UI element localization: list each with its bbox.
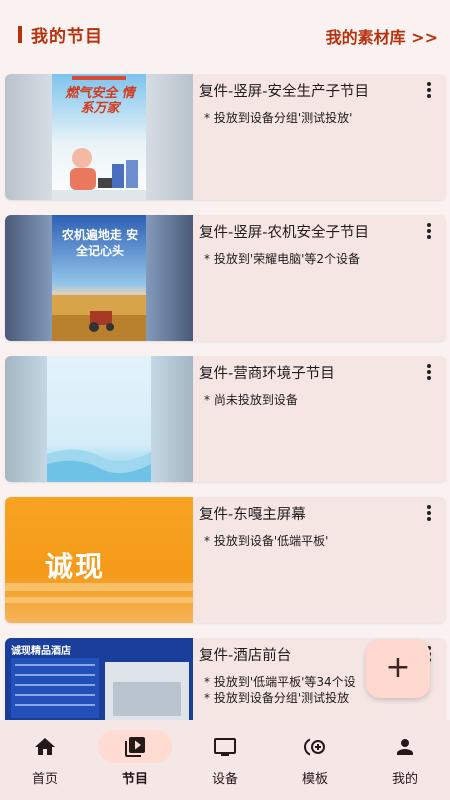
program-thumbnail <box>5 356 193 482</box>
title-accent-bar <box>18 26 22 43</box>
add-circle-stack-icon <box>304 738 325 756</box>
program-title: 复件-竖屏-安全生产子节目 <box>199 84 369 100</box>
plus-icon: + <box>385 650 411 685</box>
program-title: 复件-营商环境子节目 <box>199 366 335 382</box>
nav-label: 设备 <box>211 772 238 787</box>
program-status-secondary: * 投放到设备分组'测试投放 <box>204 691 350 705</box>
poster-slogan: 农机遍地走 安全记心头 <box>61 228 139 258</box>
video-library-icon <box>125 737 145 757</box>
program-list[interactable]: 燃气安全 情系万家 复件-竖屏-安全生产子节目 * 投放到设备分组'测试投放' <box>0 74 450 720</box>
more-vert-icon[interactable] <box>426 223 432 241</box>
program-title: 复件-竖屏-农机安全子节目 <box>199 225 369 241</box>
nav-item-programs[interactable]: 节目 <box>90 720 180 800</box>
nav-label: 节目 <box>121 772 148 787</box>
poster-slogan: 诚现 <box>45 550 106 583</box>
nav-item-templates[interactable]: 模板 <box>270 720 360 800</box>
person-icon <box>397 739 413 755</box>
poster-slogan: 诚现精品酒店 <box>11 646 71 657</box>
nav-item-home[interactable]: 首页 <box>0 720 90 800</box>
add-program-button[interactable]: + <box>366 640 430 698</box>
nav-label: 我的 <box>391 772 418 787</box>
program-status: * 投放到设备分组'测试投放' <box>204 111 353 125</box>
page-header: 我的节目 我的素材库 >> <box>0 0 450 66</box>
program-title: 复件-东嘎主屏幕 <box>199 507 306 523</box>
home-icon <box>35 738 55 755</box>
program-thumbnail: 燃气安全 情系万家 <box>5 74 193 200</box>
program-card[interactable]: 复件-营商环境子节目 * 尚未投放到设备 <box>5 356 446 482</box>
program-card[interactable]: 农机遍地走 安全记心头 复件-竖屏-农机安全子节目 * 投放到'荣耀电脑'等2个… <box>5 215 446 341</box>
more-vert-icon[interactable] <box>426 364 432 382</box>
program-thumbnail: 诚现 <box>5 497 193 623</box>
nav-label: 首页 <box>31 772 58 787</box>
program-status: * 投放到'荣耀电脑'等2个设备 <box>204 252 361 266</box>
program-thumbnail: 农机遍地走 安全记心头 <box>5 215 193 341</box>
program-thumbnail: 诚现精品酒店 <box>5 638 193 720</box>
page-title: 我的节目 <box>31 27 103 47</box>
program-status: * 投放到设备'低端平板' <box>204 534 329 548</box>
program-title: 复件-酒店前台 <box>199 648 292 664</box>
program-card[interactable]: 诚现 复件-东嘎主屏幕 * 投放到设备'低端平板' <box>5 497 446 623</box>
nav-label: 模板 <box>301 772 328 787</box>
more-vert-icon[interactable] <box>426 505 432 523</box>
nav-item-mine[interactable]: 我的 <box>360 720 450 800</box>
monitor-icon <box>214 738 236 756</box>
program-card[interactable]: 燃气安全 情系万家 复件-竖屏-安全生产子节目 * 投放到设备分组'测试投放' <box>5 74 446 200</box>
bottom-navigation: 首页 节目 设备 模板 我的 <box>0 720 450 800</box>
program-status: * 尚未投放到设备 <box>204 393 298 407</box>
more-vert-icon[interactable] <box>426 82 432 100</box>
material-library-link[interactable]: 我的素材库 >> <box>326 24 438 48</box>
poster-slogan: 燃气安全 情系万家 <box>65 86 135 116</box>
program-status: * 投放到'低端平板'等34个设 <box>204 675 356 689</box>
nav-item-devices[interactable]: 设备 <box>180 720 270 800</box>
